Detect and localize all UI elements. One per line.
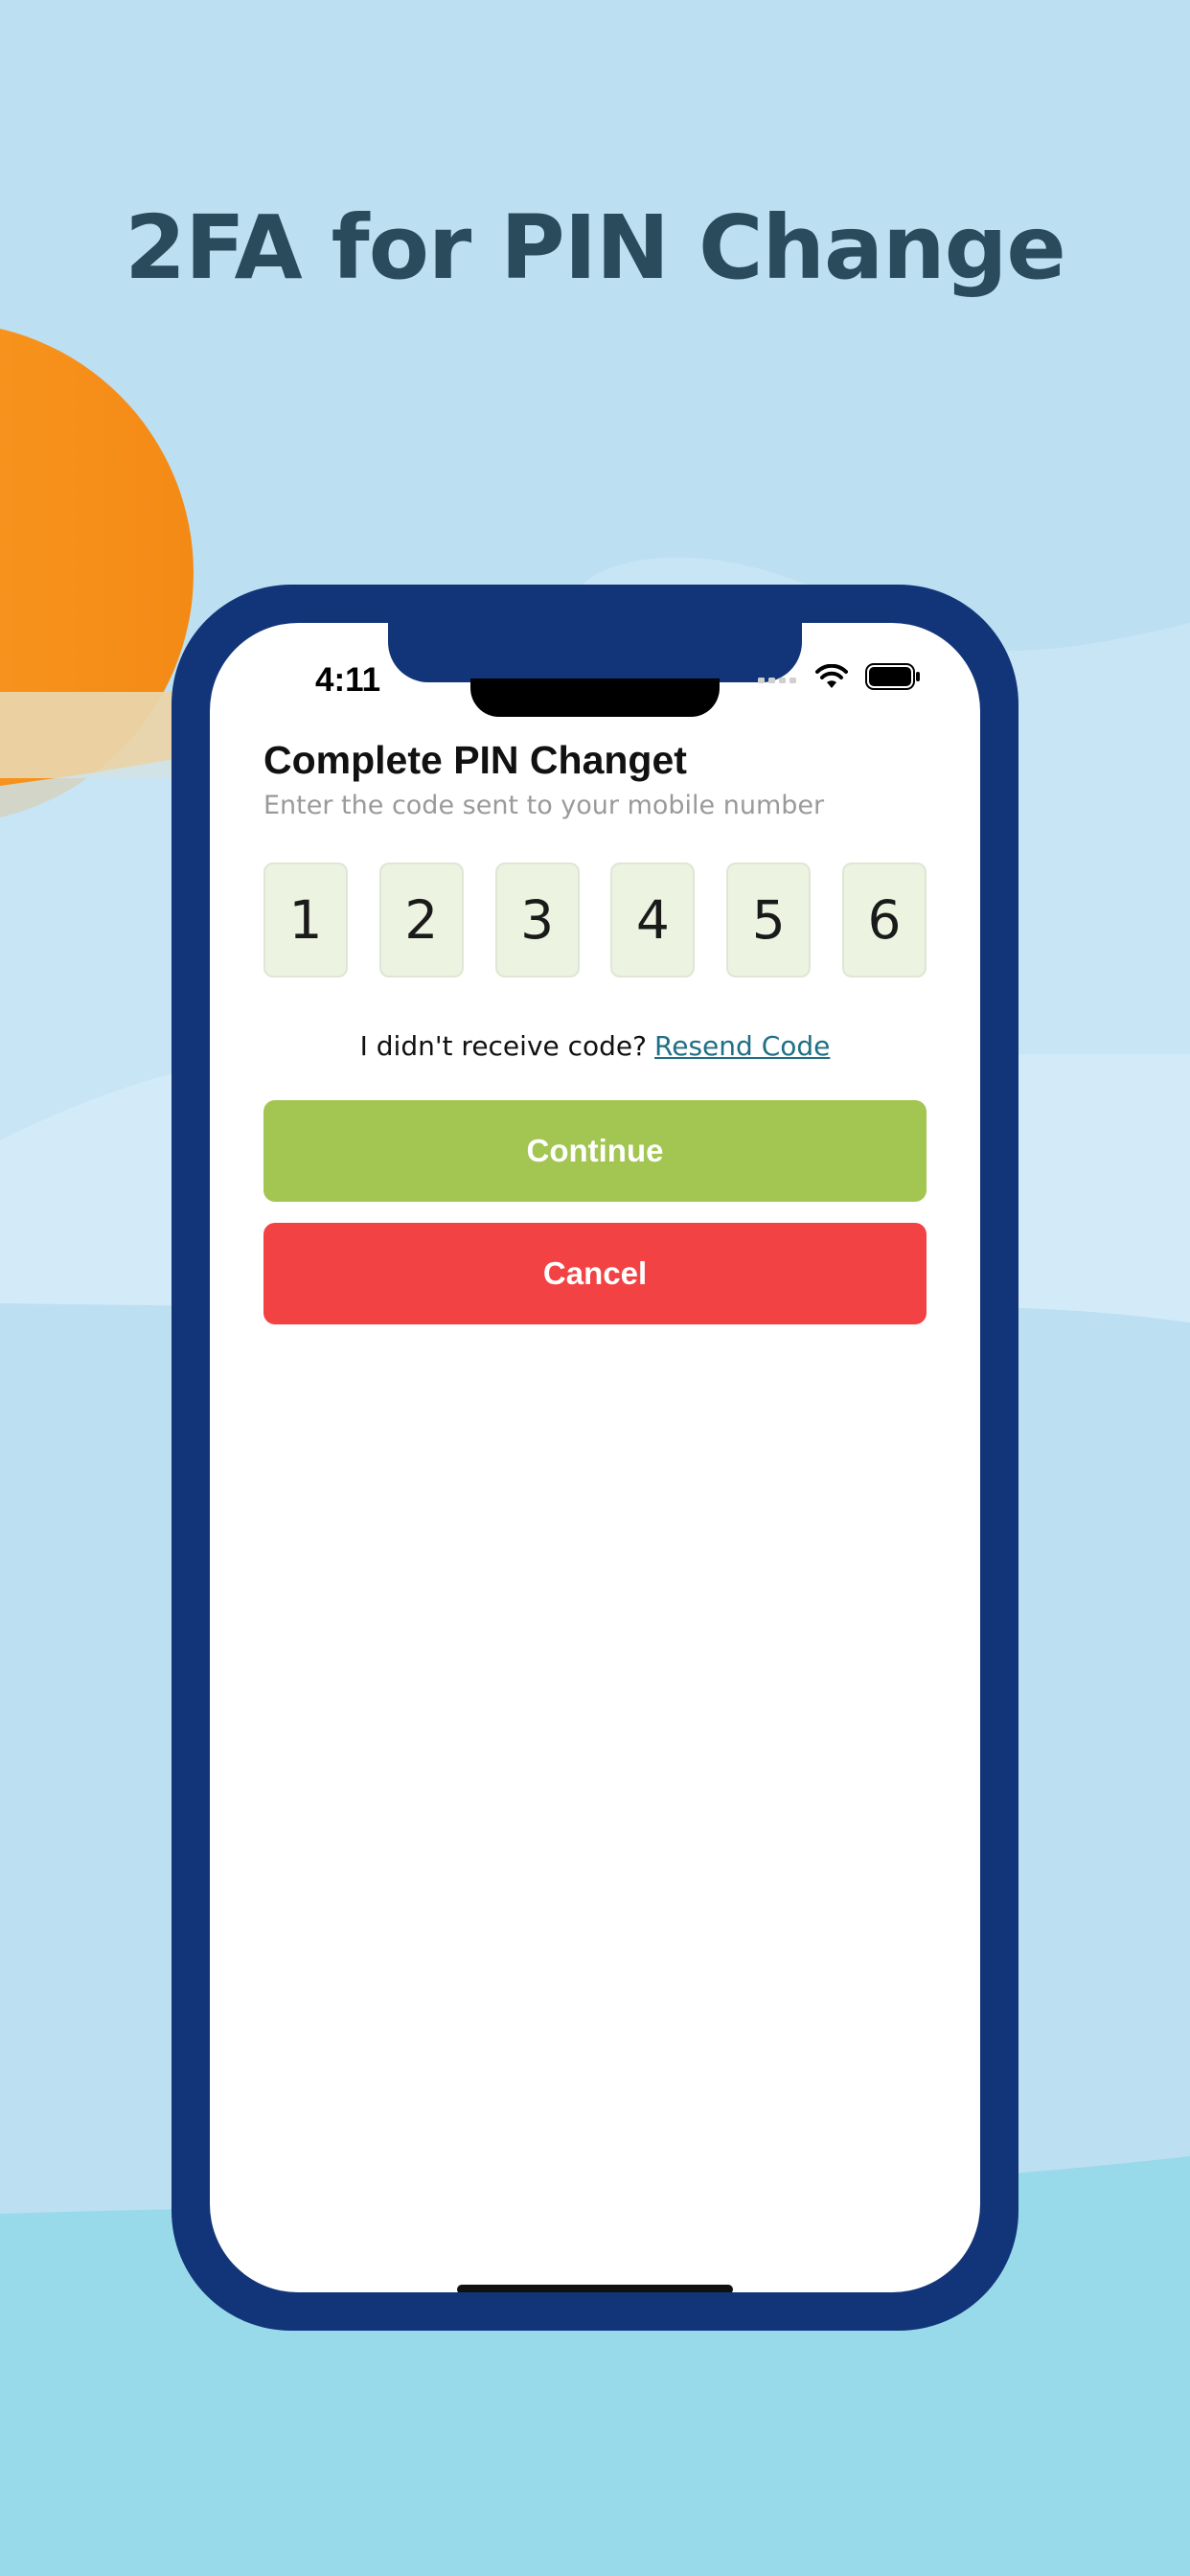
resend-row: I didn't receive code? Resend Code [210,1030,980,1062]
otp-digit-6[interactable]: 6 [841,862,927,978]
battery-icon [865,663,920,690]
resend-code-link[interactable]: Resend Code [654,1030,830,1062]
screen-subtitle: Enter the code sent to your mobile numbe… [263,791,825,820]
otp-digit-2[interactable]: 2 [378,862,464,978]
status-icons [758,663,921,690]
cancel-button[interactable]: Cancel [263,1223,927,1324]
screen-title: Complete PIN Changet [263,738,687,782]
status-time: 4:11 [315,661,381,699]
phone-screen: 4:11 Complete PIN Changet Enter the code… [210,623,980,2292]
resend-prompt: I didn't receive code? [359,1030,648,1062]
phone-notch [388,623,802,682]
continue-button[interactable]: Continue [263,1100,927,1202]
otp-digit-1[interactable]: 1 [263,862,348,978]
otp-input-row: 1 2 3 4 5 6 [263,862,927,978]
otp-digit-4[interactable]: 4 [610,862,696,978]
wifi-icon [815,664,848,688]
camera-notch [470,678,720,717]
home-indicator [457,2285,733,2292]
page-headline: 2FA for PIN Change [125,196,1066,299]
otp-digit-3[interactable]: 3 [494,862,580,978]
signal-icon [758,678,796,683]
otp-digit-5[interactable]: 5 [726,862,812,978]
